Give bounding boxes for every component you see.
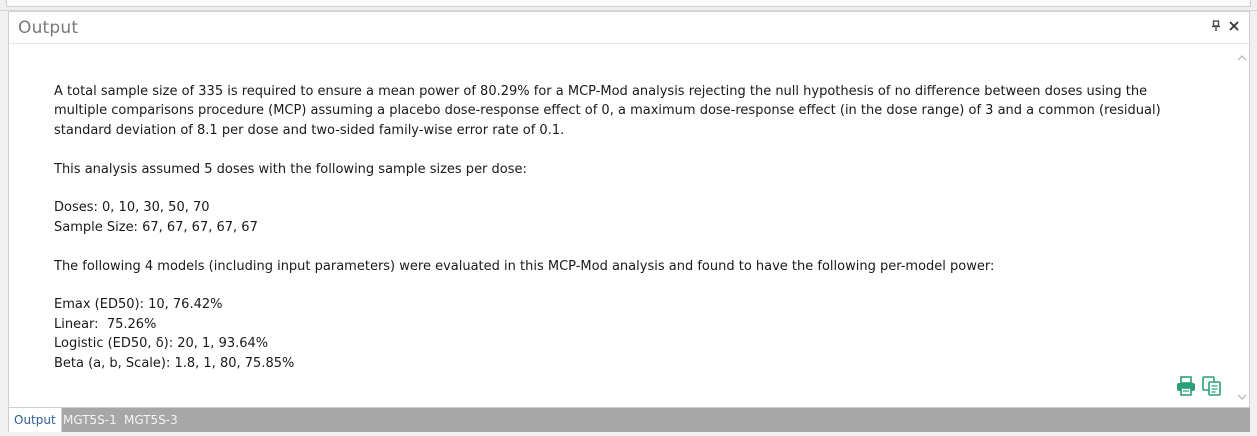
model-line-emax: Emax (ED50): 10, 76.42% [54, 297, 223, 313]
model-line-logistic: Logistic (ED50, δ): 20, 1, 93.64% [54, 336, 269, 352]
vertical-scrollbar[interactable] [1235, 44, 1249, 407]
tab-mgt5s-3[interactable]: MGT5S-3 [119, 408, 183, 432]
top-strip [0, 0, 1257, 11]
doses-intro: This analysis assumed 5 doses with the f… [54, 161, 527, 177]
report-summary: A total sample size of 335 is required t… [54, 84, 1161, 138]
pin-icon[interactable] [1209, 20, 1223, 34]
output-actions [1175, 375, 1223, 397]
print-icon[interactable] [1175, 375, 1197, 397]
models-intro: The following 4 models (including input … [54, 258, 995, 274]
top-strip-inner [6, 0, 1251, 7]
tab-mgt5s-1[interactable]: MGT5S-1 [58, 408, 122, 432]
report-content: A total sample size of 335 is required t… [54, 82, 1204, 373]
copy-icon[interactable] [1201, 375, 1223, 397]
document-tab-bar: Output MGT5S-1 MGT5S-3 [8, 408, 1250, 432]
sample-size-line: Sample Size: 67, 67, 67, 67, 67 [54, 219, 258, 235]
close-icon[interactable] [1227, 20, 1241, 34]
scroll-up-icon[interactable] [1237, 54, 1247, 64]
output-panel: Output A total sample size of 335 is req… [8, 11, 1250, 408]
model-line-beta: Beta (a, b, Scale): 1.8, 1, 80, 75.85% [54, 355, 295, 371]
tab-output[interactable]: Output [8, 408, 62, 432]
doses-line: Doses: 0, 10, 30, 50, 70 [54, 200, 210, 216]
model-line-linear: Linear: 75.26% [54, 316, 157, 332]
panel-title: Output [18, 18, 79, 38]
panel-header: Output [9, 12, 1249, 44]
scroll-down-icon[interactable] [1237, 393, 1247, 403]
